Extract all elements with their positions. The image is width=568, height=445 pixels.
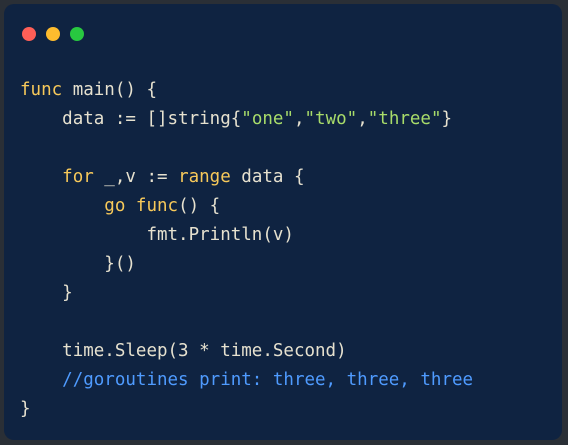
- code-text: }(): [104, 254, 136, 274]
- string-literal: "three": [367, 109, 442, 129]
- code-line-10: time.Sleep(3 * time.Second): [20, 337, 473, 366]
- code-line-11: //goroutines print: three, three, three: [20, 366, 473, 395]
- code-text: data {: [230, 167, 305, 187]
- keyword-range: range: [178, 167, 231, 187]
- code-text: }: [20, 399, 31, 419]
- string-literal: "two": [304, 109, 358, 129]
- code-line-9-blank: [20, 308, 473, 337]
- keyword-func: func: [20, 80, 63, 100]
- code-text: }: [62, 283, 73, 303]
- window-controls: [22, 27, 84, 41]
- code-text: fmt.Println(v): [146, 225, 294, 245]
- keyword-go: go: [104, 196, 126, 216]
- close-button[interactable]: [22, 27, 36, 41]
- code-text: }: [441, 109, 453, 129]
- string-literal: "one": [241, 109, 294, 129]
- code-text: data := []string{: [62, 109, 242, 129]
- code-text: _,v :=: [93, 167, 179, 187]
- minimize-button[interactable]: [46, 27, 60, 41]
- code-block: func main() { data := []string{"one","tw…: [20, 76, 473, 424]
- code-text: () {: [178, 196, 221, 216]
- code-line-3-blank: [20, 134, 473, 163]
- maximize-button[interactable]: [70, 27, 84, 41]
- code-window: func main() { data := []string{"one","tw…: [4, 4, 562, 440]
- code-line-4: for _,v := range data {: [20, 163, 473, 192]
- code-text: ,: [293, 109, 305, 129]
- code-line-5: go func() {: [20, 192, 473, 221]
- code-line-12: }: [20, 395, 473, 424]
- code-comment: //goroutines print: three, three, three: [62, 370, 474, 390]
- code-line-8: }: [20, 279, 473, 308]
- code-text: main() {: [62, 80, 157, 100]
- keyword-func: func: [135, 196, 179, 216]
- code-line-2: data := []string{"one","two","three"}: [20, 105, 473, 134]
- code-text: time.Sleep(3 * time.Second): [62, 341, 347, 361]
- code-text: ,: [357, 109, 368, 129]
- keyword-for: for: [62, 167, 94, 187]
- code-line-1: func main() {: [20, 76, 473, 105]
- code-line-6: fmt.Println(v): [20, 221, 473, 250]
- code-line-7: }(): [20, 250, 473, 279]
